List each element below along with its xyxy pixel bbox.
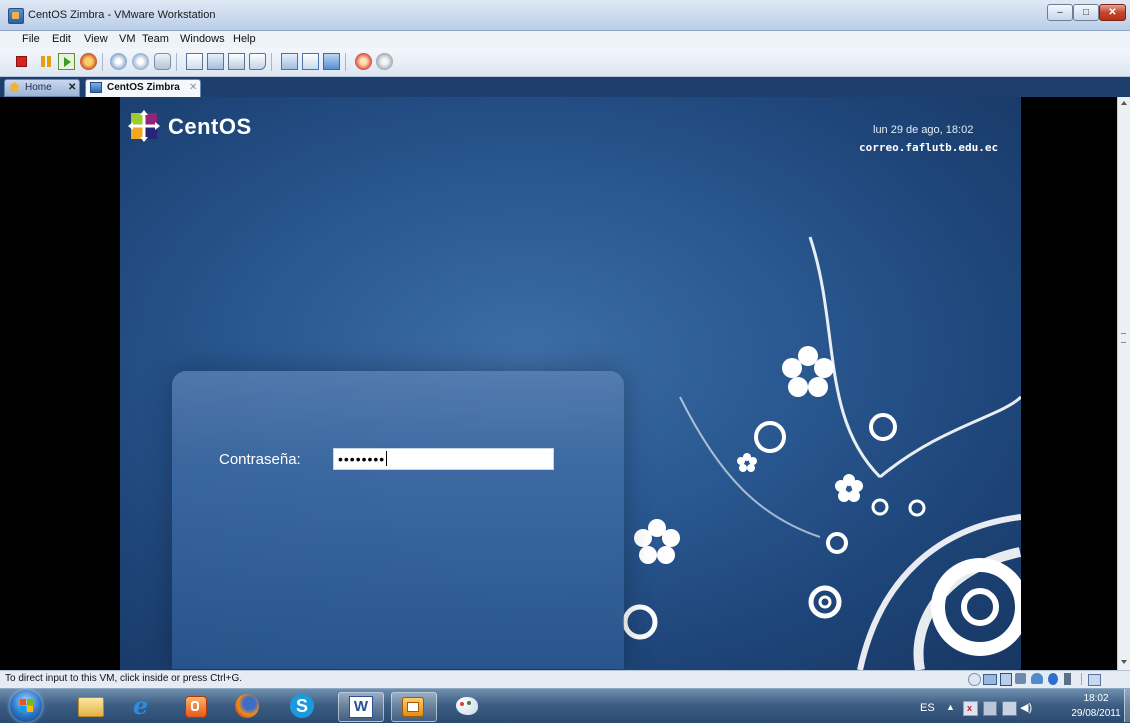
vm-letterbox-right [1021, 97, 1117, 670]
scroll-thumb-grip[interactable] [1121, 333, 1126, 343]
action-center-icon[interactable] [983, 701, 997, 716]
vertical-scrollbar[interactable] [1117, 97, 1130, 670]
file-explorer-icon[interactable] [68, 692, 112, 720]
show-hidden-icons-icon[interactable]: ▲ [946, 702, 955, 712]
vmware-app-icon [8, 8, 24, 24]
thumbnail-icon[interactable] [281, 53, 298, 70]
volume-icon[interactable]: ◀) [1020, 701, 1032, 714]
tab-home-label: Home [25, 82, 52, 93]
window-title: CentOS Zimbra - VMware Workstation [28, 9, 216, 21]
tab-home[interactable]: Home ✕ [4, 79, 80, 97]
hard-disk-icon[interactable] [983, 674, 997, 685]
taskbar [0, 688, 1130, 723]
power-on-icon[interactable] [58, 53, 75, 70]
tab-centos-label: CentOS Zimbra [107, 82, 180, 93]
menu-bar: File Edit View VM Team Windows Help [0, 31, 1130, 48]
console-view-icon[interactable] [249, 53, 266, 70]
tab-strip: Home ✕ CentOS Zimbra ✕ [0, 77, 1130, 97]
vmware-icon[interactable] [391, 692, 437, 722]
minimize-button[interactable]: – [1047, 4, 1073, 21]
password-label: Contraseña: [219, 451, 301, 468]
skype-icon[interactable]: S [281, 692, 325, 720]
tab-centos-zimbra[interactable]: CentOS Zimbra ✕ [85, 79, 201, 97]
network-tray-icon[interactable]: x [963, 701, 978, 716]
appliance-view-icon[interactable] [323, 53, 340, 70]
unity-icon[interactable] [228, 53, 245, 70]
summary-view-icon[interactable] [302, 53, 319, 70]
firefox-icon[interactable] [226, 692, 270, 720]
menu-help[interactable]: Help [233, 33, 256, 45]
language-indicator[interactable]: ES [920, 702, 935, 714]
start-orb-icon[interactable] [10, 690, 42, 722]
revert-snapshot-icon[interactable] [132, 53, 149, 70]
maximize-button[interactable]: □ [1073, 4, 1099, 21]
floppy-icon[interactable] [1000, 673, 1012, 686]
reset-icon[interactable] [80, 53, 97, 70]
usb-icon[interactable] [1031, 673, 1043, 684]
display-tray-icon[interactable] [1002, 701, 1017, 716]
scroll-up-icon[interactable] [1121, 101, 1127, 105]
power-off-icon[interactable] [16, 56, 27, 67]
scroll-down-icon[interactable] [1121, 660, 1127, 664]
clock-time[interactable]: 18:02 [1070, 693, 1122, 704]
paint-icon[interactable] [446, 692, 490, 720]
vm-letterbox-left [0, 97, 120, 670]
device-status-icons [968, 673, 1118, 686]
menu-team[interactable]: Team [142, 33, 169, 45]
centos-logo-icon [128, 110, 160, 142]
menu-edit[interactable]: Edit [52, 33, 71, 45]
team-icon[interactable] [355, 53, 372, 70]
vm-datetime: lun 29 de ago, 18:02 [873, 124, 974, 136]
menu-view[interactable]: View [84, 33, 108, 45]
snapshot-manager-icon[interactable] [154, 53, 171, 70]
quick-switch-icon[interactable] [207, 53, 224, 70]
media-player-icon[interactable] [174, 692, 218, 720]
home-icon [9, 82, 20, 92]
password-input[interactable]: •••••••• [333, 448, 554, 470]
vm-hostname: correo.faflutb.edu.ec [859, 141, 999, 154]
login-panel [172, 371, 624, 669]
text-cursor [386, 451, 388, 466]
tab-home-close-icon[interactable]: ✕ [68, 80, 76, 96]
show-desktop-button[interactable] [1124, 689, 1130, 722]
menu-file[interactable]: File [22, 33, 40, 45]
bluetooth-icon[interactable] [1048, 673, 1058, 685]
status-divider [1081, 673, 1082, 685]
full-screen-icon[interactable] [186, 53, 203, 70]
toolbar [0, 48, 1130, 77]
suspend-icon[interactable] [38, 53, 55, 70]
menu-windows[interactable]: Windows [180, 33, 225, 45]
menu-vm[interactable]: VM [119, 33, 136, 45]
word-icon[interactable]: W [338, 692, 384, 722]
message-log-icon[interactable] [1088, 674, 1101, 686]
password-value: •••••••• [338, 451, 386, 467]
cd-drive-icon[interactable] [968, 673, 981, 686]
close-button[interactable]: ✕ [1099, 4, 1126, 21]
printer-icon[interactable] [1064, 673, 1071, 685]
status-text: To direct input to this VM, click inside… [5, 673, 243, 684]
network-icon[interactable] [1015, 673, 1026, 684]
centos-logo-text: CentOS [168, 114, 252, 139]
snapshot-icon[interactable] [110, 53, 127, 70]
internet-explorer-icon[interactable]: e [122, 692, 166, 720]
tab-centos-close-icon[interactable]: ✕ [189, 80, 197, 96]
clone-icon[interactable] [376, 53, 393, 70]
clock-date[interactable]: 29/08/2011 [1070, 708, 1122, 719]
vm-icon [90, 82, 102, 93]
